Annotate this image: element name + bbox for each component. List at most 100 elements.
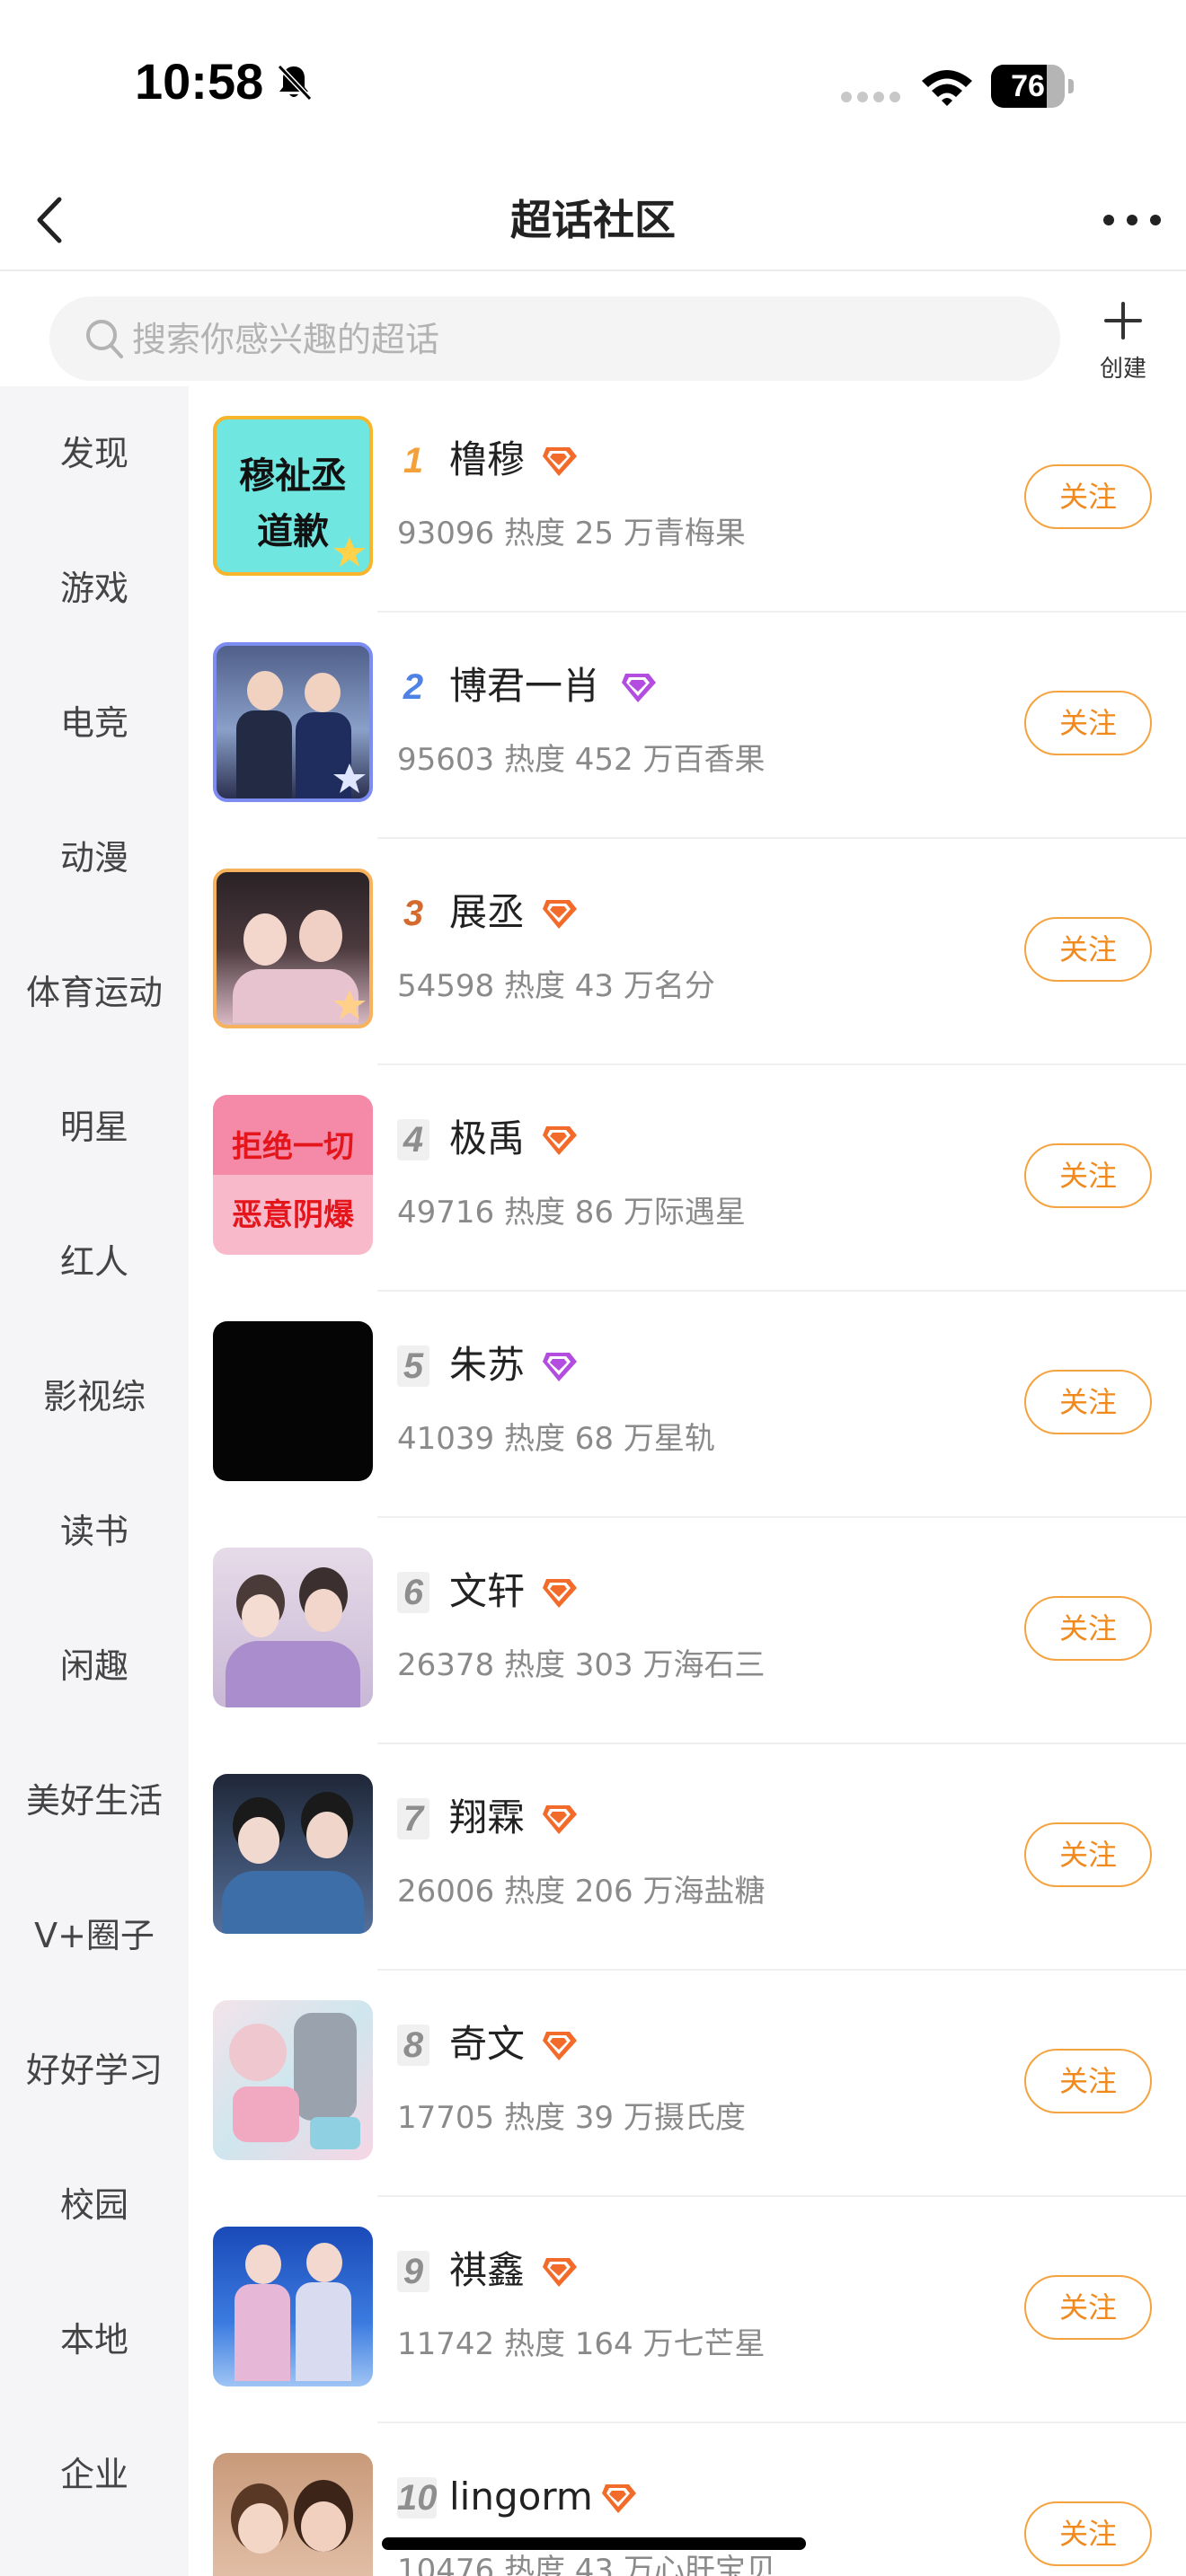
topic-stats: 54598 热度 43 万名分 (397, 968, 715, 1004)
list-item[interactable]: 7 翔霖 26006 热度 206 万海盐糖 关注 (189, 1744, 1186, 1971)
create-button[interactable]: 创建 (1087, 296, 1159, 383)
list-item[interactable]: 8 奇文 17705 热度 39 万摄氏度 关注 (189, 1971, 1186, 2197)
rank-number: 10 (397, 2477, 438, 2519)
orange-diamond-icon (543, 1579, 577, 1608)
avatar-caption: 恶意阴爆 (232, 1197, 354, 1233)
sidebar-item-local[interactable]: 本地 (0, 2272, 189, 2407)
orange-diamond-icon (543, 900, 577, 929)
follow-button[interactable]: 关注 (1024, 2501, 1152, 2566)
page-title: 超话社区 (510, 196, 676, 244)
list-item[interactable]: 9 祺鑫 11742 热度 164 万七芒星 关注 (189, 2197, 1186, 2423)
rank-number: 8 (397, 2025, 429, 2066)
topic-name: 展丞 (449, 890, 526, 934)
nav-bar: 超话社区 (0, 171, 1186, 271)
back-button[interactable] (20, 189, 83, 251)
sidebar-item-vplus-circles[interactable]: V+圈子 (0, 1868, 189, 2003)
sidebar-item-film-tv[interactable]: 影视综 (0, 1329, 189, 1464)
home-indicator[interactable] (382, 2537, 806, 2550)
topic-avatar (213, 2227, 373, 2386)
follow-button[interactable]: 关注 (1024, 1596, 1152, 1661)
star-icon (333, 763, 366, 793)
topic-avatar: 拒绝一切 恶意阴爆 (213, 1095, 373, 1255)
sidebar-item-discover[interactable]: 发现 (0, 386, 189, 521)
sidebar-item-campus[interactable]: 校园 (0, 2138, 189, 2272)
super-topic-list: 穆祉丞 道歉 1 橹穆 93096 热度 25 万青梅果 关注 2 博君一肖 9… (189, 386, 1186, 2576)
topic-stats: 26006 热度 206 万海盐糖 (397, 1874, 766, 1910)
sidebar-item-lifestyle[interactable]: 美好生活 (0, 1734, 189, 1868)
search-input[interactable] (130, 296, 1032, 383)
status-bar: 10:58 76 (0, 0, 1186, 171)
sidebar-item-sports[interactable]: 体育运动 (0, 925, 189, 1060)
chevron-left-icon (37, 197, 62, 243)
orange-diamond-icon (602, 2484, 636, 2513)
follow-button[interactable]: 关注 (1024, 691, 1152, 755)
signal-icon (840, 90, 903, 107)
rank-number: 5 (397, 1345, 429, 1387)
search-box[interactable] (49, 296, 1060, 383)
list-item[interactable]: 2 博君一肖 95603 热度 452 万百香果 关注 (189, 613, 1186, 839)
topic-stats: 95603 热度 452 万百香果 (397, 742, 766, 778)
list-item[interactable]: 3 展丞 54598 热度 43 万名分 关注 (189, 839, 1186, 1065)
status-time: 10:58 (135, 53, 264, 110)
topic-avatar (213, 1321, 373, 1481)
search-icon (84, 317, 125, 364)
sidebar-item-anime[interactable]: 动漫 (0, 790, 189, 925)
topic-avatar (213, 2453, 373, 2576)
list-item[interactable]: 拒绝一切 恶意阴爆 4 极禹 49716 热度 86 万际遇星 关注 (189, 1065, 1186, 1292)
search-row: 创建 (0, 271, 1186, 386)
topic-avatar (213, 1548, 373, 1707)
topic-stats: 93096 热度 25 万青梅果 (397, 516, 746, 551)
rank-number: 2 (403, 667, 424, 707)
topic-stats: 11742 热度 164 万七芒星 (397, 2326, 766, 2362)
topic-name: 翔霖 (449, 1795, 526, 1839)
topic-avatar: 穆祉丞 道歉 (213, 416, 373, 576)
orange-diamond-icon (543, 2032, 577, 2060)
battery-level: 76 (1011, 69, 1045, 103)
follow-button[interactable]: 关注 (1024, 1822, 1152, 1887)
topic-name: 朱苏 (449, 1343, 526, 1387)
follow-button[interactable]: 关注 (1024, 917, 1152, 982)
topic-avatar (213, 2000, 373, 2160)
sidebar-item-study[interactable]: 好好学习 (0, 2003, 189, 2138)
list-item[interactable]: 穆祉丞 道歉 1 橹穆 93096 热度 25 万青梅果 关注 (189, 386, 1186, 613)
sidebar-item-enterprise[interactable]: 企业 (0, 2407, 189, 2542)
follow-button[interactable]: 关注 (1024, 1143, 1152, 1208)
follow-button[interactable]: 关注 (1024, 1370, 1152, 1434)
follow-button[interactable]: 关注 (1024, 2049, 1152, 2113)
topic-avatar (213, 642, 373, 802)
sidebar-item-games[interactable]: 游戏 (0, 521, 189, 656)
list-item[interactable]: 10 lingorm 10476 热度 43 万心肝宝贝 关注 (189, 2423, 1186, 2576)
avatar-caption: 穆祉丞 (239, 455, 347, 497)
topic-stats: 41039 热度 68 万星轨 (397, 1421, 715, 1457)
purple-diamond-icon (622, 674, 656, 702)
follow-button[interactable]: 关注 (1024, 464, 1152, 529)
category-sidebar: 发现 游戏 电竞 动漫 体育运动 明星 红人 影视综 读书 闲趣 美好生活 V+… (0, 386, 189, 2576)
follow-button[interactable]: 关注 (1024, 2275, 1152, 2340)
topic-name: 极禹 (449, 1116, 526, 1160)
topic-stats: 26378 热度 303 万海石三 (397, 1647, 766, 1683)
topic-stats: 17705 热度 39 万摄氏度 (397, 2100, 746, 2136)
battery-icon: 76 (991, 65, 1074, 108)
rank-number: 4 (397, 1119, 429, 1160)
more-button[interactable] (1096, 189, 1168, 251)
rank-number: 7 (397, 1798, 429, 1839)
sidebar-item-reading[interactable]: 读书 (0, 1464, 189, 1599)
more-dots-icon (1103, 215, 1161, 225)
topic-name: 博君一肖 (449, 664, 601, 708)
create-label: 创建 (1099, 356, 1146, 383)
sidebar-item-influencers[interactable]: 红人 (0, 1195, 189, 1329)
list-item[interactable]: 6 文轩 26378 热度 303 万海石三 关注 (189, 1518, 1186, 1744)
rank-number: 9 (397, 2251, 429, 2292)
star-icon (333, 990, 366, 1019)
sidebar-item-esports[interactable]: 电竞 (0, 656, 189, 790)
rank-number: 3 (403, 894, 424, 933)
sidebar-item-leisure[interactable]: 闲趣 (0, 1599, 189, 1734)
avatar-caption: 拒绝一切 (232, 1129, 354, 1165)
wifi-icon (918, 65, 976, 111)
plus-icon (1104, 302, 1142, 340)
topic-stats: 49716 热度 86 万际遇星 (397, 1195, 746, 1231)
topic-avatar (213, 1774, 373, 1934)
list-item[interactable]: 5 朱苏 41039 热度 68 万星轨 关注 (189, 1292, 1186, 1518)
topic-name: 祺鑫 (449, 2248, 526, 2292)
sidebar-item-stars[interactable]: 明星 (0, 1060, 189, 1195)
